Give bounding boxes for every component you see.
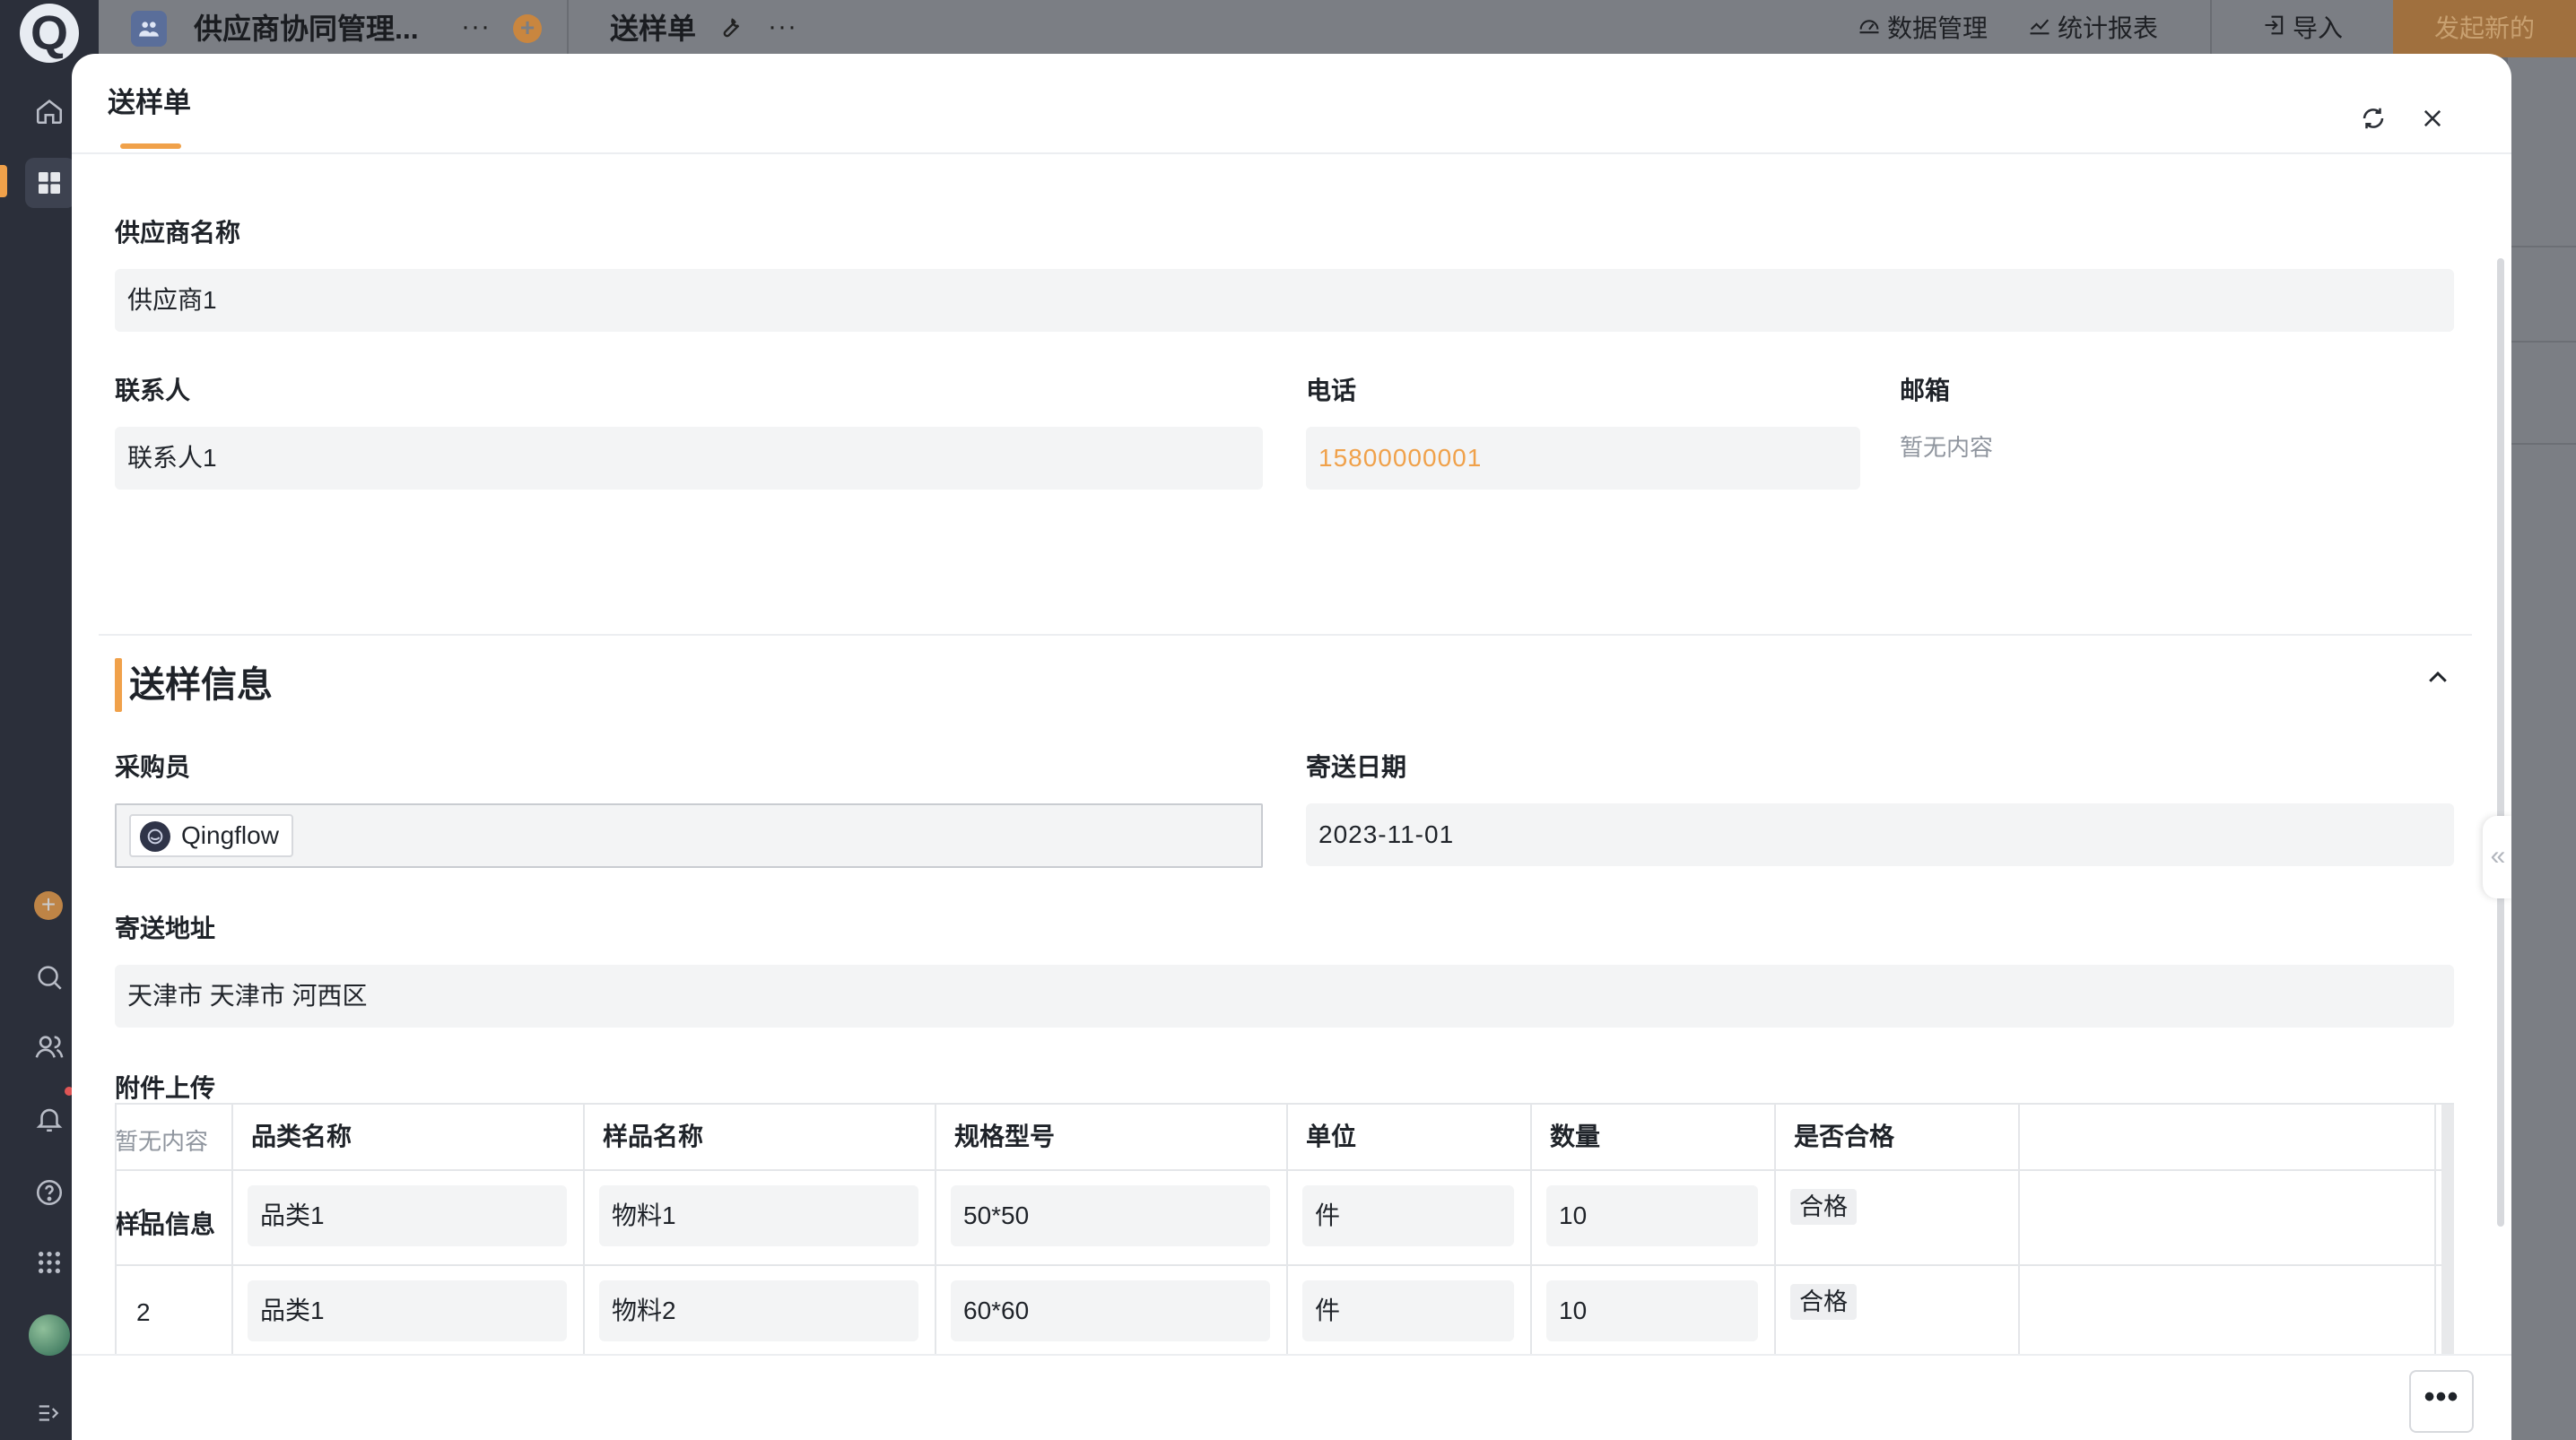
form-title[interactable]: 送样单 bbox=[610, 11, 696, 47]
table-header-row: 品类名称 样品名称 规格型号 单位 数量 是否合格 bbox=[117, 1105, 2454, 1171]
modal-header: 送样单 bbox=[72, 54, 2511, 154]
phone-label: 电话 bbox=[1306, 377, 1357, 404]
sample-name-cell[interactable]: 物料2 bbox=[599, 1280, 918, 1341]
index-header bbox=[117, 1105, 233, 1169]
spec-cell[interactable]: 60*60 bbox=[951, 1280, 1270, 1341]
app-more-icon[interactable]: ··· bbox=[461, 11, 491, 43]
add-form-icon[interactable]: + bbox=[513, 14, 542, 43]
close-icon[interactable] bbox=[2413, 99, 2452, 138]
import-icon bbox=[2262, 13, 2287, 46]
member-chip[interactable]: Qingflow bbox=[129, 814, 293, 857]
sample-name-cell[interactable]: 物料1 bbox=[599, 1185, 918, 1246]
column-header[interactable]: 是否合格 bbox=[1776, 1105, 2020, 1169]
refresh-icon[interactable] bbox=[2354, 99, 2393, 138]
expand-rail-icon[interactable] bbox=[31, 1395, 67, 1431]
supplier-name-label: 供应商名称 bbox=[115, 219, 241, 247]
column-header[interactable]: 品类名称 bbox=[233, 1105, 585, 1169]
modal-title[interactable]: 送样单 bbox=[108, 84, 191, 122]
buyer-label: 采购员 bbox=[115, 753, 191, 781]
table-scrollbar[interactable] bbox=[2441, 1105, 2454, 1365]
wrench-icon[interactable] bbox=[716, 13, 748, 45]
grid-icon[interactable] bbox=[31, 1245, 67, 1280]
help-icon[interactable] bbox=[31, 1175, 67, 1210]
bell-icon[interactable] bbox=[31, 1101, 67, 1137]
address-field[interactable]: 天津市 天津市 河西区 bbox=[115, 965, 2454, 1028]
attachment-label: 附件上传 bbox=[115, 1074, 216, 1102]
column-header[interactable]: 样品名称 bbox=[585, 1105, 936, 1169]
email-empty-text: 暂无内容 bbox=[1900, 434, 1994, 461]
category-cell[interactable]: 品类1 bbox=[248, 1185, 567, 1246]
column-header[interactable]: 数量 bbox=[1532, 1105, 1776, 1169]
record-modal: 送样单 供应商名称 供应商1 联系人 联系人1 电话 15800000001 邮… bbox=[72, 54, 2511, 1440]
unit-cell[interactable]: 件 bbox=[1302, 1185, 1514, 1246]
active-tab-indicator bbox=[120, 143, 181, 149]
data-manage-label: 数据管理 bbox=[1887, 14, 1989, 42]
background-list-edge bbox=[2508, 57, 2576, 1440]
stats-report-label: 统计报表 bbox=[2058, 14, 2159, 42]
column-header[interactable]: 规格型号 bbox=[936, 1105, 1288, 1169]
row-index: 2 bbox=[117, 1266, 233, 1359]
form-more-icon[interactable]: ··· bbox=[768, 11, 797, 43]
more-actions-button[interactable]: ••• bbox=[2409, 1370, 2474, 1433]
app-title[interactable]: 供应商协同管理... bbox=[194, 11, 419, 47]
table-row: 1 品类1 物料1 50*50 件 10 合格 bbox=[117, 1171, 2454, 1266]
add-app-icon[interactable]: + bbox=[34, 891, 63, 920]
qty-cell[interactable]: 10 bbox=[1546, 1185, 1758, 1246]
divider bbox=[567, 0, 569, 57]
samples-table: 品类名称 样品名称 规格型号 单位 数量 是否合格 1 品类1 物料1 50*5… bbox=[115, 1103, 2454, 1372]
contact-field[interactable]: 联系人1 bbox=[115, 427, 1263, 490]
collapse-left-icon[interactable]: « bbox=[2483, 816, 2511, 898]
apps-icon[interactable] bbox=[31, 165, 67, 201]
contact-label: 联系人 bbox=[115, 377, 191, 404]
email-label: 邮箱 bbox=[1900, 377, 1951, 404]
section-accent-bar bbox=[115, 658, 122, 712]
spec-cell[interactable]: 50*50 bbox=[951, 1185, 1270, 1246]
user-avatar[interactable] bbox=[29, 1314, 70, 1356]
section-title: 送样信息 bbox=[129, 665, 273, 705]
send-date-label: 寄送日期 bbox=[1306, 753, 1407, 781]
unit-cell[interactable]: 件 bbox=[1302, 1280, 1514, 1341]
qty-cell[interactable]: 10 bbox=[1546, 1280, 1758, 1341]
qualified-tag[interactable]: 合格 bbox=[1790, 1284, 1857, 1320]
member-avatar bbox=[140, 821, 170, 852]
row-index: 1 bbox=[117, 1171, 233, 1264]
buyer-field[interactable]: Qingflow bbox=[115, 803, 1263, 868]
modal-footer: ••• bbox=[72, 1354, 2511, 1440]
phone-field[interactable]: 15800000001 bbox=[1306, 427, 1860, 490]
rail-active-indicator bbox=[0, 165, 7, 197]
start-new-button[interactable]: 发起新的 bbox=[2393, 0, 2576, 57]
modal-scrollbar[interactable] bbox=[2497, 258, 2504, 1227]
search-icon[interactable] bbox=[31, 959, 67, 995]
supplier-name-field[interactable]: 供应商1 bbox=[115, 269, 2454, 332]
app-logo[interactable]: Q bbox=[20, 4, 79, 63]
data-manage-link[interactable]: 数据管理 bbox=[1857, 13, 1988, 45]
top-bar: 供应商协同管理... ··· + 送样单 ··· 数据管理 统计报表 导入 发起… bbox=[99, 0, 2576, 57]
member-name: Qingflow bbox=[181, 821, 279, 849]
import-label: 导入 bbox=[2293, 14, 2344, 42]
import-link[interactable]: 导入 bbox=[2262, 13, 2343, 45]
category-cell[interactable]: 品类1 bbox=[248, 1280, 567, 1341]
send-date-field[interactable]: 2023-11-01 bbox=[1306, 803, 2454, 866]
divider bbox=[2210, 0, 2212, 57]
qualified-tag[interactable]: 合格 bbox=[1790, 1189, 1857, 1225]
app-icon bbox=[131, 11, 167, 47]
dashboard-icon bbox=[1857, 13, 1882, 46]
table-row: 2 品类1 物料2 60*60 件 10 合格 bbox=[117, 1266, 2454, 1361]
chevron-up-icon[interactable] bbox=[2420, 660, 2456, 696]
section-divider bbox=[99, 634, 2472, 636]
chart-icon bbox=[2027, 13, 2052, 46]
contacts-icon[interactable] bbox=[31, 1029, 67, 1065]
address-label: 寄送地址 bbox=[115, 915, 216, 942]
column-header[interactable]: 单位 bbox=[1288, 1105, 1532, 1169]
stats-report-link[interactable]: 统计报表 bbox=[2027, 13, 2158, 45]
home-icon[interactable] bbox=[31, 93, 67, 129]
spare-header bbox=[2020, 1105, 2436, 1169]
